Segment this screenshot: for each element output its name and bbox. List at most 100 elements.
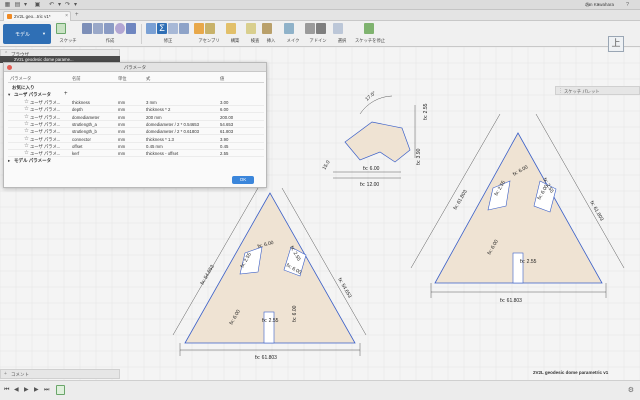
- dimension-label[interactable]: fx: 6.00: [363, 166, 380, 172]
- toolbar-group-insert[interactable]: 挿入: [262, 23, 280, 45]
- favorite-star-icon[interactable]: ☆: [24, 121, 29, 127]
- parameter-row[interactable]: ☆ ユーザ パラメ... strutlength_a mm domediameter /…: [8, 121, 264, 129]
- redo-icon[interactable]: ↷: [64, 2, 71, 8]
- help-icon[interactable]: ?: [626, 2, 629, 8]
- param-type: ユーザ パラメ...: [30, 129, 61, 135]
- param-expression[interactable]: 3 mm: [146, 100, 157, 105]
- param-unit: mm: [118, 121, 126, 127]
- dimension-label[interactable]: fx: 2.55: [423, 103, 429, 120]
- dimension-label[interactable]: fx: 3.90: [416, 148, 422, 165]
- drag-handle-icon[interactable]: ⋮: [558, 88, 563, 94]
- play-icon[interactable]: ▶: [24, 386, 29, 394]
- chevron-down-icon[interactable]: ▾: [72, 2, 79, 8]
- dialog-title: パラメータ: [123, 65, 147, 70]
- param-expression[interactable]: domediameter / 2 * 0.61803: [146, 129, 199, 134]
- favorite-star-icon[interactable]: ☆: [24, 99, 29, 105]
- favorite-star-icon[interactable]: ☆: [24, 114, 29, 120]
- undo-icon[interactable]: ↶: [48, 2, 55, 8]
- chevron-right-icon[interactable]: ▸: [8, 158, 10, 164]
- toolbar-divider: [141, 24, 142, 44]
- ok-button[interactable]: OK: [232, 176, 254, 184]
- favorite-star-icon[interactable]: ☆: [24, 128, 29, 134]
- favorites-group[interactable]: お気に入り: [12, 85, 35, 91]
- dimension-label[interactable]: fx: 61.803: [588, 200, 604, 222]
- dimension-label[interactable]: 17.0°: [364, 90, 377, 102]
- param-unit: mm: [118, 100, 126, 105]
- dimension-label[interactable]: fx: 2.55: [520, 259, 537, 265]
- go-to-end-icon[interactable]: ⏭: [44, 386, 49, 394]
- save-icon[interactable]: ▣: [34, 2, 41, 8]
- viewcube-top-face[interactable]: 上: [608, 36, 624, 52]
- dimension-label[interactable]: fx: 6.00: [292, 305, 298, 322]
- sphere-icon: [115, 23, 125, 34]
- parameter-row[interactable]: ☆ ユーザ パラメ... strutlength_b mm domediameter /…: [8, 128, 264, 136]
- go-to-start-icon[interactable]: ⏮: [4, 386, 9, 394]
- param-value: 54.653: [220, 121, 234, 127]
- new-tab-icon[interactable]: +: [75, 12, 79, 18]
- parameter-row[interactable]: ☆ ユーザ パラメ... offset mm 0.45 mm 0.45: [8, 143, 264, 150]
- param-expression[interactable]: 200 mm: [146, 115, 162, 120]
- param-expression[interactable]: domediameter / 2 * 0.54653: [146, 122, 199, 127]
- gear-icon[interactable]: ⚙: [628, 386, 634, 394]
- favorite-star-icon[interactable]: ☆: [24, 143, 29, 149]
- favorite-star-icon[interactable]: ☆: [24, 150, 29, 156]
- toolbar-group-assemble[interactable]: アセンブリ: [194, 23, 224, 45]
- addin-icon: [316, 23, 326, 34]
- favorite-star-icon[interactable]: ☆: [24, 136, 29, 142]
- toolbar-group-construct[interactable]: 構築: [226, 23, 244, 45]
- dimension-label[interactable]: fx: 54.653: [336, 277, 352, 299]
- document-tab[interactable]: 2V2L geo...tric v1* ×: [3, 11, 71, 21]
- param-name: strutlength_a: [72, 121, 97, 127]
- toolbar-group-select[interactable]: 選択: [333, 23, 351, 45]
- chevron-down-icon[interactable]: ▾: [22, 2, 29, 8]
- toolbar-group-modify[interactable]: Σ 修正: [146, 23, 190, 45]
- param-expression[interactable]: thickness * 2: [146, 107, 170, 112]
- dimension-label[interactable]: fx: 54.653: [200, 264, 216, 286]
- param-type: ユーザ パラメ...: [30, 100, 61, 105]
- dialog-header[interactable]: パラメータ: [4, 63, 266, 72]
- close-icon[interactable]: ×: [65, 13, 68, 19]
- comments-panel[interactable]: + コメント: [0, 369, 120, 379]
- param-expression[interactable]: thickness - offset: [146, 151, 178, 156]
- user-name[interactable]: Jun Kawahara: [585, 2, 614, 7]
- param-type: ユーザ パラメ...: [30, 151, 61, 157]
- select-icon: [333, 23, 343, 34]
- file-icon[interactable]: ▤: [14, 2, 21, 8]
- toolbar-group-sketch[interactable]: スケッチ: [56, 23, 80, 45]
- timeline-sketch-feature[interactable]: [56, 385, 65, 395]
- parameter-row[interactable]: ☆ ユーザ パラメ... connector mm thickness * 1.3 3.9…: [8, 136, 264, 143]
- user-parameters-group[interactable]: ユーザ パラメータ: [14, 92, 51, 98]
- step-forward-icon[interactable]: ▶: [34, 386, 39, 394]
- toolbar-group-make[interactable]: メイク: [284, 23, 302, 45]
- parameter-row[interactable]: ☆ ユーザ パラメ... thickness mm 3 mm 3.00: [8, 99, 264, 107]
- 3d-print-icon: [284, 23, 294, 34]
- press-pull-icon: [146, 23, 156, 34]
- plus-icon[interactable]: +: [4, 371, 7, 377]
- app-grid-icon[interactable]: ▦: [4, 2, 11, 8]
- favorite-star-icon[interactable]: ☆: [24, 106, 29, 112]
- step-back-icon[interactable]: ◀: [14, 386, 19, 394]
- sketch-palette-header[interactable]: ⋮ スケッチ パレット: [555, 86, 640, 95]
- parameter-row[interactable]: ☆ ユーザ パラメ... kerf mm thickness - offset 2.55: [8, 150, 264, 158]
- add-parameter-icon[interactable]: +: [64, 91, 68, 97]
- dimension-label[interactable]: 15.0: [322, 159, 332, 171]
- dimension-label[interactable]: fx: 61.803: [500, 298, 522, 304]
- dimension-label[interactable]: fx: 2.55: [262, 318, 279, 324]
- viewcube[interactable]: 上: [604, 32, 628, 56]
- stop-sketch-button[interactable]: スケッチを停止: [355, 23, 385, 45]
- param-expression[interactable]: 0.45 mm: [146, 144, 163, 149]
- workspace-switcher[interactable]: モデル ▼: [3, 24, 51, 44]
- dimension-label[interactable]: fx: 61.803: [255, 355, 277, 361]
- param-unit: mm: [118, 129, 126, 135]
- chevron-down-icon[interactable]: ▾: [8, 92, 10, 98]
- parameters-dialog[interactable]: パラメータ パラメータ 名前 単位 式 値 お気に入り ▾ ユーザ パラメータ …: [3, 62, 267, 188]
- parameter-row[interactable]: ☆ ユーザ パラメ... domediameter mm 200 mm 200.00: [8, 114, 264, 121]
- param-expression[interactable]: thickness * 1.3: [146, 137, 174, 142]
- model-parameters-group[interactable]: モデル パラメータ: [14, 158, 51, 164]
- toolbar-group-create[interactable]: 作成: [82, 23, 138, 45]
- parameter-row[interactable]: ☆ ユーザ パラメ... depth mm thickness * 2 6.00: [8, 106, 264, 114]
- chevron-down-icon[interactable]: ▾: [56, 2, 63, 8]
- toolbar-group-addins[interactable]: アドイン: [305, 23, 331, 45]
- dimension-label[interactable]: fx: 12.00: [360, 182, 379, 188]
- extrude-icon: [82, 23, 92, 34]
